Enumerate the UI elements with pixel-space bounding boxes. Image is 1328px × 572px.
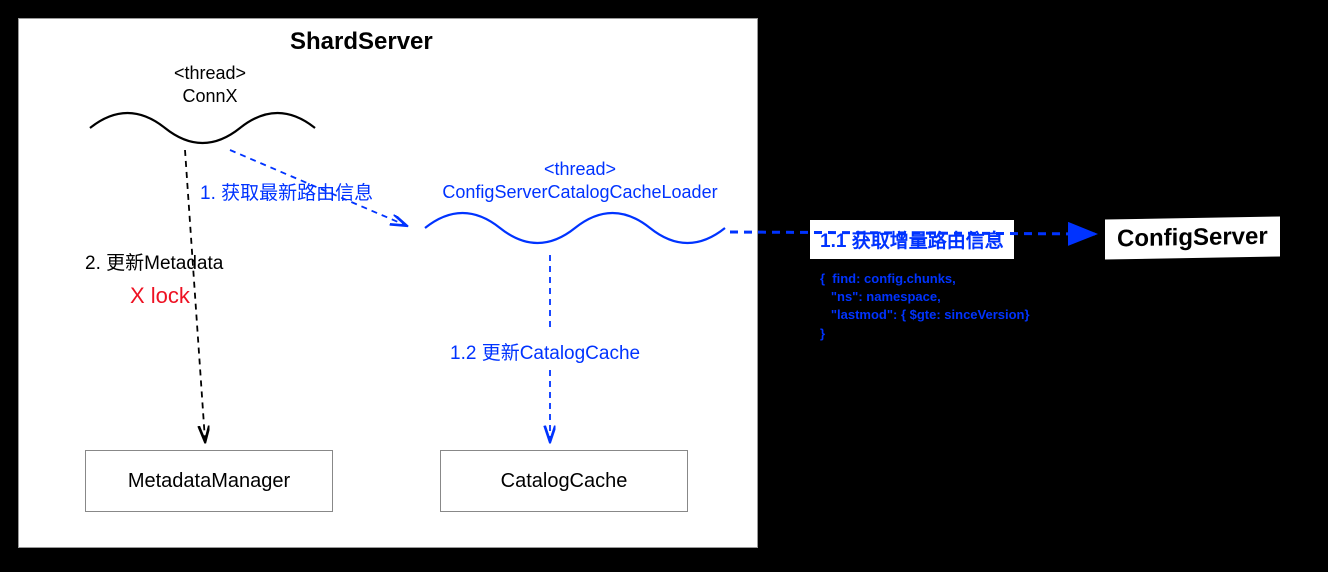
xlock-label: X lock bbox=[130, 282, 190, 311]
catalog-cache-box: CatalogCache bbox=[440, 450, 688, 512]
json-query: { find: config.chunks, "ns": namespace, … bbox=[820, 270, 1030, 343]
loader-name: ConfigServerCatalogCacheLoader bbox=[442, 182, 717, 202]
catalog-cache-text: CatalogCache bbox=[501, 470, 628, 493]
step2-label: 2. 更新Metadata bbox=[85, 252, 223, 277]
shardserver-title: ShardServer bbox=[290, 28, 433, 56]
metadata-manager-box: MetadataManager bbox=[85, 450, 333, 512]
metadata-manager-text: MetadataManager bbox=[128, 470, 290, 493]
step1-2-label: 1.2 更新CatalogCache bbox=[450, 342, 640, 367]
configserver-title: ConfigServer bbox=[1117, 223, 1268, 253]
thread-stereo: <thread> bbox=[174, 63, 246, 83]
thread-loader-label: <thread> ConfigServerCatalogCacheLoader bbox=[420, 158, 740, 205]
thread-name: ConnX bbox=[182, 86, 237, 106]
step1-1-label: 1.1 获取增量路由信息 bbox=[810, 220, 1014, 259]
step1-label: 1. 获取最新路由信息 bbox=[200, 182, 373, 207]
thread-connx-label: <thread> ConnX bbox=[150, 62, 270, 109]
configserver-box: ConfigServer bbox=[1105, 216, 1280, 259]
loader-stereo: <thread> bbox=[544, 159, 616, 179]
